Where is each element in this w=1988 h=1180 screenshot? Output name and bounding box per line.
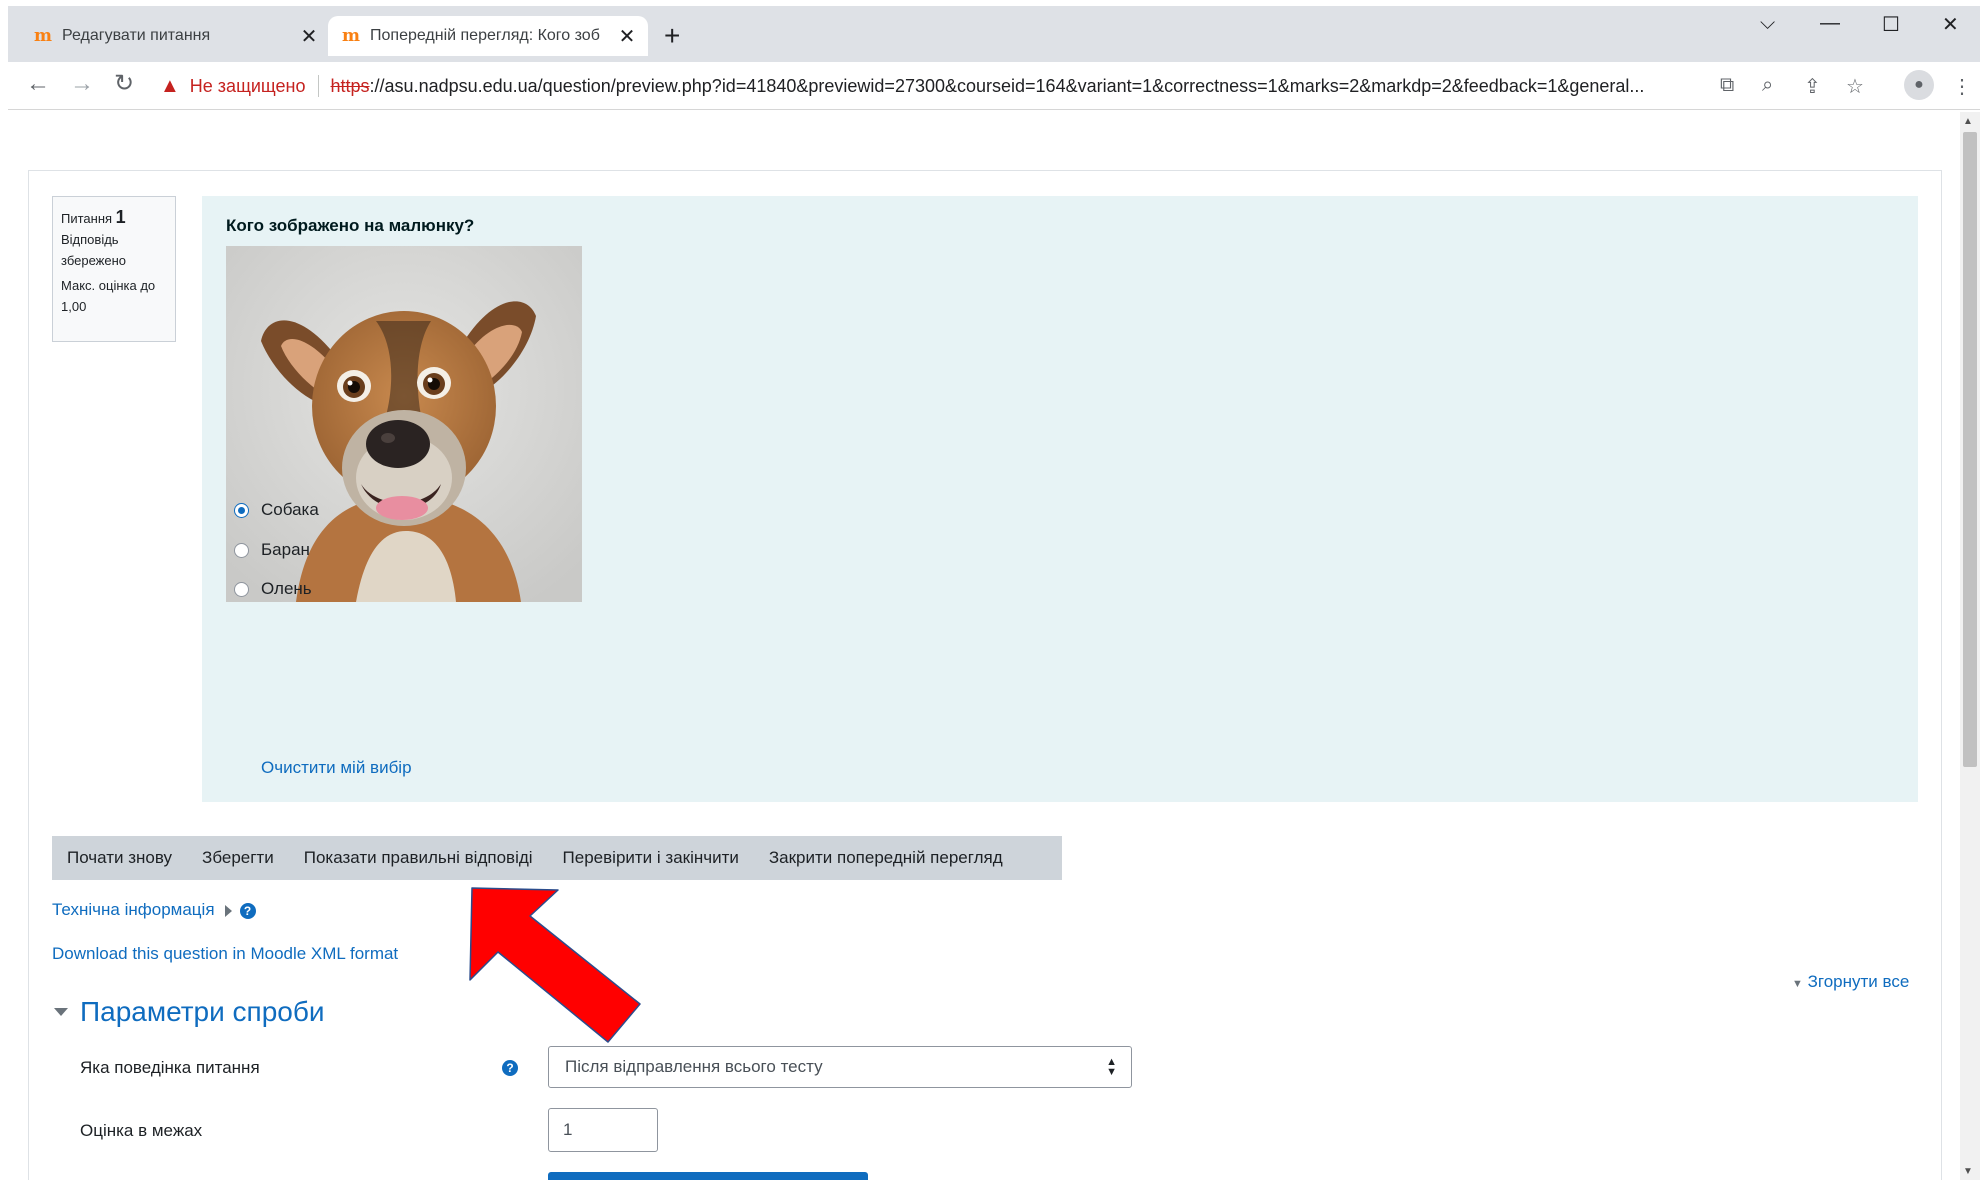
expand-triangle-icon: [224, 904, 232, 917]
start-again-button[interactable]: Почати знову: [52, 836, 187, 880]
question-label: Питання: [61, 211, 113, 226]
question-formulation: Кого зображено на малюнку? Собака Баран …: [202, 196, 1918, 802]
clear-choice-link[interactable]: Очистити мій вибір: [261, 758, 412, 778]
url-text: ://asu.nadpsu.edu.ua/question/preview.ph…: [369, 75, 1645, 96]
question-text: Кого зображено на малюнку?: [226, 216, 475, 235]
answer-option-baran[interactable]: Баран: [234, 540, 310, 560]
answer-label: Олень: [261, 579, 312, 598]
technical-info-label: Технічна інформація: [52, 900, 215, 919]
radio-button[interactable]: [234, 502, 249, 518]
submit-and-finish-button[interactable]: Перевірити і закінчити: [548, 836, 754, 880]
collapse-triangle-icon: ▼: [1792, 978, 1803, 990]
zoom-icon[interactable]: ⌕: [1762, 74, 1773, 97]
new-tab-icon[interactable]: +: [664, 22, 680, 50]
tab-label: Попередній перегляд: Кого зоб: [370, 27, 600, 44]
translate-icon[interactable]: ⧉: [1720, 74, 1734, 97]
share-icon[interactable]: ⇪: [1804, 74, 1821, 99]
browser-tab-edit-question[interactable]: m Редагувати питання ✕: [20, 16, 330, 56]
bookmark-star-icon[interactable]: ☆: [1846, 74, 1864, 99]
question-number: 1: [115, 207, 126, 227]
not-secure-label[interactable]: Не защищено: [190, 76, 306, 97]
answer-label: Собака: [261, 500, 319, 519]
download-xml-link[interactable]: Download this question in Moodle XML for…: [52, 944, 398, 964]
profile-avatar-icon[interactable]: ●: [1904, 70, 1934, 100]
scrollbar-thumb[interactable]: [1963, 132, 1977, 767]
close-preview-button[interactable]: Закрити попередній перегляд: [754, 836, 1018, 880]
question-state: Відповідь збережено: [61, 232, 126, 268]
url-scheme: https: [330, 75, 370, 96]
answer-label: Баран: [261, 540, 310, 559]
browser-toolbar: ← → ↻ ▲ Не защищено https ://asu.nadpsu.…: [8, 62, 1980, 110]
browser-tab-preview[interactable]: m Попередній перегляд: Кого зоб ✕: [328, 16, 648, 56]
forward-arrow-icon[interactable]: →: [70, 72, 94, 96]
attempt-options-title: Параметри спроби: [80, 996, 325, 1027]
warning-triangle-icon: ▲: [160, 74, 180, 97]
address-separator: [317, 75, 319, 97]
close-tab-icon[interactable]: ✕: [612, 24, 642, 49]
scroll-up-arrow-icon[interactable]: ▲: [1963, 116, 1973, 127]
browser-menu-icon[interactable]: ⋮: [1952, 74, 1972, 99]
reload-icon[interactable]: ↻: [114, 72, 134, 96]
collapse-all-label: Згорнути все: [1807, 972, 1910, 991]
tab-search-chevron-icon[interactable]: ⌵: [1760, 12, 1775, 35]
answer-option-olen[interactable]: Олень: [234, 579, 312, 599]
attempt-options-header[interactable]: Параметри спроби: [54, 996, 325, 1028]
minimize-window-icon[interactable]: —: [1820, 12, 1840, 35]
behaviour-select-value: Після відправлення всього тесту: [565, 1057, 823, 1076]
save-button[interactable]: Зберегти: [187, 836, 289, 880]
maximize-window-icon[interactable]: ☐: [1882, 12, 1900, 37]
scroll-down-arrow-icon[interactable]: ▼: [1963, 1166, 1973, 1177]
question-info-box: Питання 1 Відповідь збережено Макс. оцін…: [52, 196, 176, 342]
answer-option-sobaka[interactable]: Собака: [234, 500, 319, 520]
marked-out-of-label: Оцінка в межах: [80, 1121, 203, 1140]
radio-button[interactable]: [234, 542, 249, 558]
tab-label: Редагувати питання: [62, 27, 211, 44]
behaviour-label: Яка поведінка питання: [80, 1058, 260, 1077]
question-max-mark: Макс. оцінка до 1,00: [61, 278, 156, 314]
moodle-favicon-icon: m: [34, 26, 52, 46]
submit-options-button[interactable]: [548, 1172, 868, 1180]
behaviour-select[interactable]: Після відправлення всього тесту ▲ ▼: [548, 1046, 1132, 1088]
address-bar[interactable]: ▲ Не защищено https ://asu.nadpsu.edu.ua…: [160, 68, 1760, 104]
radio-button[interactable]: [234, 581, 249, 597]
preview-action-bar: Почати знову Зберегти Показати правильні…: [52, 836, 1062, 880]
behaviour-help-icon[interactable]: ?: [502, 1060, 518, 1076]
moodle-favicon-icon: m: [342, 26, 360, 46]
close-window-icon[interactable]: ✕: [1942, 12, 1959, 37]
help-icon[interactable]: ?: [239, 902, 256, 919]
collapse-all-link[interactable]: ▼ Згорнути все: [1792, 972, 1909, 992]
collapse-section-icon: [54, 1008, 68, 1016]
fill-correct-answers-button[interactable]: Показати правильні відповіді: [289, 836, 548, 880]
select-updown-icon: ▲ ▼: [1106, 1056, 1117, 1078]
back-arrow-icon[interactable]: ←: [26, 72, 50, 96]
close-tab-icon[interactable]: ✕: [294, 24, 324, 49]
question-number-line: Питання 1: [61, 207, 167, 229]
marked-out-of-input[interactable]: 1: [548, 1108, 658, 1152]
red-annotation-arrow: [469, 887, 641, 1043]
technical-info-toggle[interactable]: Технічна інформація?: [52, 900, 256, 920]
